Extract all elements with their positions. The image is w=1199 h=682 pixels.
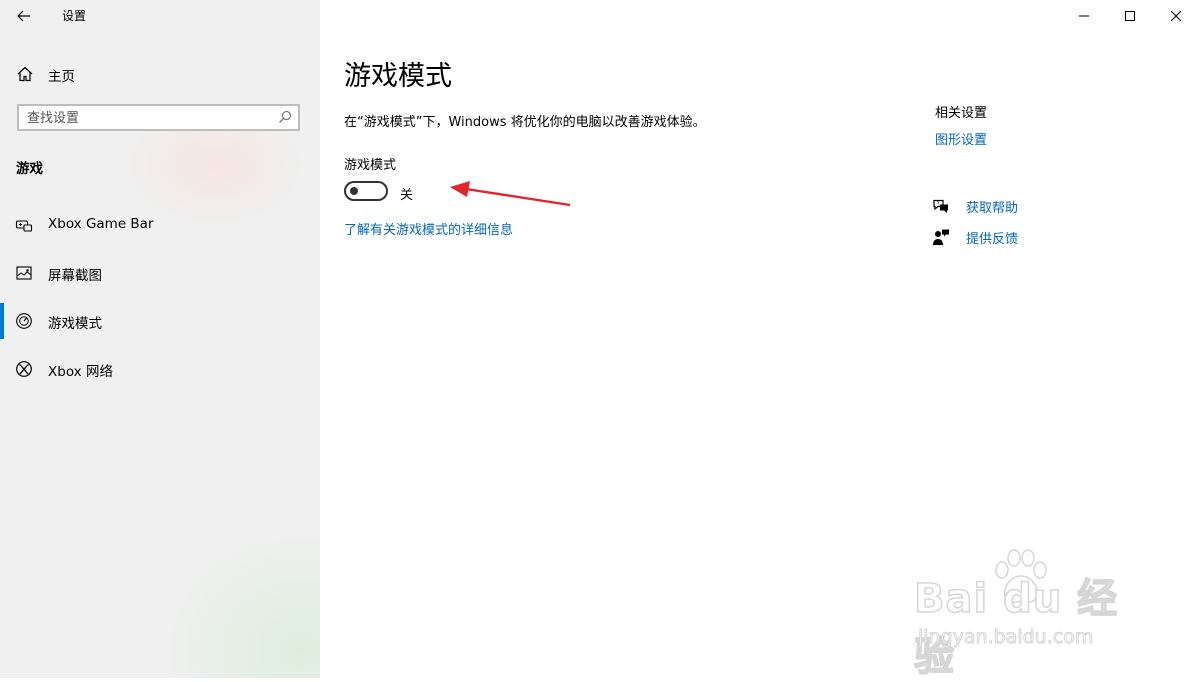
get-help-label: 获取帮助 [966,201,1019,216]
window-controls [1061,0,1199,32]
sidebar-item-label: Xbox Game Bar [48,216,154,232]
minimize-icon [1079,15,1089,17]
get-help-link[interactable]: ? 获取帮助 [932,195,1052,217]
baidu-jingyan-watermark: Bai du 经验 jingyan.baidu.com [913,548,1144,681]
maximize-button[interactable] [1107,0,1153,32]
xbox-icon [16,361,32,377]
help-chat-icon: ? [933,199,948,213]
close-button[interactable] [1153,0,1199,32]
search-icon[interactable] [278,110,292,124]
game-mode-icon [16,313,32,329]
watermark-url: jingyan.baidu.com [917,626,1094,649]
svg-text:?: ? [937,202,940,208]
capture-icon [16,266,32,280]
give-feedback-label: 提供反馈 [966,232,1019,247]
main-content: 游戏模式 在“游戏模式”下，Windows 将优化你的电脑以改善游戏体验。 游戏… [320,0,1199,681]
game-mode-toggle[interactable] [344,181,388,201]
app-title: 设置 [62,9,87,23]
page-description: 在“游戏模式”下，Windows 将优化你的电脑以改善游戏体验。 [344,115,706,130]
game-mode-setting-label: 游戏模式 [344,158,397,173]
sidebar-item-game-mode[interactable]: 游戏模式 [0,303,320,339]
feedback-icon [933,229,949,245]
minimize-button[interactable] [1061,0,1107,32]
learn-more-link[interactable]: 了解有关游戏模式的详细信息 [344,219,513,238]
watermark-brand: Bai du 经验 [913,575,1119,681]
selection-indicator [0,303,4,339]
maximize-icon [1125,11,1135,21]
home-icon [17,66,33,82]
search-input[interactable] [27,109,275,127]
sidebar-item-label: 主页 [48,69,75,85]
sidebar: 设置 主页 游戏 Xbox Game Bar 屏幕截图 [0,0,320,678]
graphics-settings-link[interactable]: 图形设置 [935,129,987,148]
related-settings-title: 相关设置 [935,106,988,121]
section-header: 游戏 [16,161,43,177]
toggle-knob [350,187,358,195]
annotation-arrow-icon [450,181,571,207]
search-box[interactable] [17,104,300,131]
sidebar-item-label: 游戏模式 [48,316,102,332]
sidebar-item-xbox-network[interactable]: Xbox 网络 [0,351,320,387]
close-icon [1171,11,1181,21]
sidebar-item-label: Xbox 网络 [48,364,113,380]
back-button[interactable] [12,4,36,28]
sidebar-item-xbox-game-bar[interactable]: Xbox Game Bar [0,207,320,243]
page-title: 游戏模式 [344,61,452,92]
toggle-state-label: 关 [400,188,414,203]
sidebar-item-captures[interactable]: 屏幕截图 [0,255,320,291]
sidebar-item-label: 屏幕截图 [48,268,102,284]
give-feedback-link[interactable]: 提供反馈 [932,226,1052,248]
sidebar-item-home[interactable]: 主页 [0,58,320,88]
xbox-game-bar-icon [15,220,33,232]
back-arrow-icon [17,10,30,22]
